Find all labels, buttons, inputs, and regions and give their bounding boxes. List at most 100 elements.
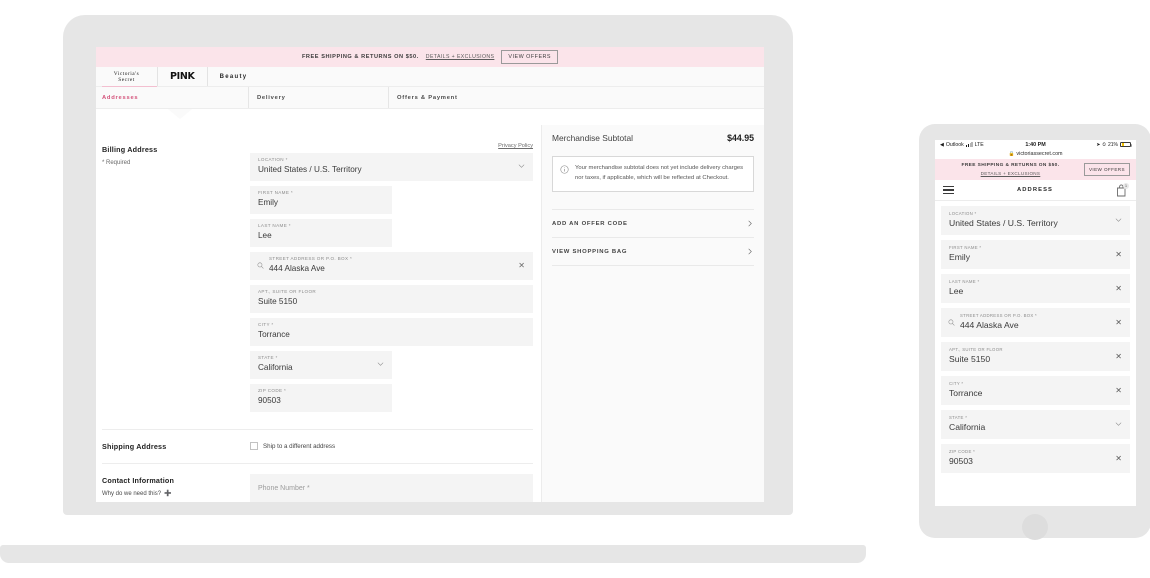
chevron-down-icon — [518, 164, 525, 168]
phone-state-value: California — [949, 422, 986, 433]
promo-details-link[interactable]: Details + Exclusions — [426, 54, 495, 60]
phone-state-field[interactable]: State * California — [941, 410, 1130, 439]
phone-street-address-label: Street Address or P.O. Box * — [960, 313, 1038, 318]
phone-zip-code-field[interactable]: Zip Code * 90503 ✕ — [941, 444, 1130, 473]
first-name-field[interactable]: First Name * Emily — [250, 186, 392, 214]
phone-number-field[interactable]: Phone Number * — [250, 474, 533, 502]
clear-street-address-icon[interactable]: ✕ — [518, 262, 525, 270]
add-offer-code-row[interactable]: Add an Offer Code — [552, 210, 754, 237]
vs-logo-line2: Secret — [118, 76, 135, 83]
clear-street-address-icon[interactable]: ✕ — [1115, 319, 1122, 327]
contact-information-section: Contact Information Why do we need this?… — [102, 464, 541, 502]
phone-city-field[interactable]: City * Torrance ✕ — [941, 376, 1130, 405]
bag-count-badge: 1 — [1122, 182, 1129, 189]
zip-code-value: 90503 — [258, 396, 281, 406]
carrier-label: Outlook — [945, 141, 964, 148]
hamburger-menu-icon[interactable] — [943, 186, 954, 194]
billing-address-labels: Billing Address * Required — [102, 143, 250, 417]
city-field[interactable]: City * Torrance — [250, 318, 533, 346]
phone-last-name-field[interactable]: Last Name * Lee ✕ — [941, 274, 1130, 303]
step-delivery[interactable]: Delivery — [248, 87, 388, 108]
phone-promo-text: Free shipping & returns on $50. — [961, 163, 1060, 169]
active-step-notch-icon — [168, 109, 192, 119]
phone-home-button[interactable] — [1022, 514, 1048, 540]
billing-address-fields: Privacy Policy Location * United States … — [250, 143, 541, 417]
clock-label: 1:40 PM — [1025, 141, 1046, 148]
ship-different-address-checkbox[interactable] — [250, 442, 258, 450]
last-name-label: Last Name * — [258, 223, 291, 228]
divider — [552, 265, 754, 267]
privacy-policy-link[interactable]: Privacy Policy — [250, 143, 533, 149]
why-need-this-toggle[interactable]: Why do we need this? ➕ — [102, 490, 250, 497]
battery-percent-label: 21% — [1107, 141, 1118, 148]
street-address-field[interactable]: Street Address or P.O. Box * 444 Alaska … — [250, 252, 533, 280]
phone-promo-details-link[interactable]: Details + Exclusions — [941, 171, 1080, 176]
shipping-address-section: Shipping Address Ship to a different add… — [102, 430, 541, 451]
step-offers-payment[interactable]: Offers & Payment — [388, 87, 538, 108]
apt-suite-label: Apt., Suite or Floor — [258, 289, 317, 294]
phone-view-offers-button[interactable]: View Offers — [1083, 163, 1130, 176]
street-address-value: 444 Alaska Ave — [269, 264, 325, 274]
brand-tab-beauty[interactable]: Beauty — [208, 67, 260, 86]
desktop-promo-bar: Free shipping & returns on $50. Details … — [96, 47, 764, 67]
view-offers-button[interactable]: View Offers — [501, 50, 559, 64]
location-label: Location * — [258, 157, 288, 162]
phone-url-bar[interactable]: 🔒 victoriassecret.com — [935, 149, 1136, 159]
network-label: LTE — [974, 141, 984, 148]
chevron-right-icon — [748, 221, 752, 227]
subtotal-info-note: Your merchandise subtotal does not yet i… — [552, 156, 754, 193]
clear-apt-suite-icon[interactable]: ✕ — [1115, 353, 1122, 361]
clear-first-name-icon[interactable]: ✕ — [1115, 251, 1122, 259]
state-field[interactable]: State * California — [250, 351, 392, 379]
status-bar-right: ➤ ⏲ 21% — [1048, 141, 1132, 148]
clear-city-icon[interactable]: ✕ — [1115, 387, 1122, 395]
brand-tab-pink[interactable]: PINK — [158, 67, 208, 86]
view-shopping-bag-label: View Shopping Bag — [552, 248, 628, 255]
active-step-indicator-row — [96, 109, 764, 125]
billing-address-title: Billing Address — [102, 145, 158, 154]
screenshot-stage: Free shipping & returns on $50. Details … — [0, 0, 1150, 578]
phone-location-field[interactable]: Location * United States / U.S. Territor… — [941, 206, 1130, 235]
city-label: City * — [258, 322, 274, 327]
status-bar-left: ◀ Outlook LTE — [940, 142, 1023, 148]
view-shopping-bag-row[interactable]: View Shopping Bag — [552, 238, 754, 265]
pink-logo: PINK — [170, 71, 195, 82]
step-offers-payment-label: Offers & Payment — [397, 94, 458, 101]
state-value: California — [258, 363, 293, 373]
shopping-bag-icon[interactable]: 1 — [1116, 182, 1129, 197]
laptop-screen: Free shipping & returns on $50. Details … — [96, 47, 764, 502]
location-field[interactable]: Location * United States / U.S. Territor… — [250, 153, 533, 181]
step-delivery-label: Delivery — [257, 94, 286, 101]
phone-first-name-label: First Name * — [949, 245, 982, 250]
order-summary-panel: Merchandise Subtotal $44.95 Your merchan… — [541, 125, 764, 502]
apt-suite-field[interactable]: Apt., Suite or Floor Suite 5150 — [250, 285, 533, 313]
phone-first-name-field[interactable]: First Name * Emily ✕ — [941, 240, 1130, 269]
city-value: Torrance — [258, 330, 290, 340]
alarm-icon: ⏲ — [1102, 142, 1106, 147]
clear-last-name-icon[interactable]: ✕ — [1115, 285, 1122, 293]
chevron-down-icon — [1115, 422, 1122, 426]
phone-last-name-label: Last Name * — [949, 279, 980, 284]
phone-promo-bar: Free shipping & returns on $50. Details … — [935, 159, 1136, 180]
merchandise-subtotal-amount: $44.95 — [727, 133, 754, 143]
street-address-label: Street Address or P.O. Box * — [269, 256, 353, 261]
battery-icon — [1120, 141, 1132, 148]
step-addresses[interactable]: Addresses — [96, 87, 248, 108]
phone-apt-suite-field[interactable]: Apt., Suite or Floor Suite 5150 ✕ — [941, 342, 1130, 371]
clear-zip-code-icon[interactable]: ✕ — [1115, 455, 1122, 463]
phone-street-address-value: 444 Alaska Ave — [960, 320, 1019, 331]
checkout-form-column: Billing Address * Required Privacy Polic… — [96, 125, 541, 502]
phone-apt-suite-value: Suite 5150 — [949, 354, 991, 365]
ship-different-address-row[interactable]: Ship to a different address — [250, 440, 533, 450]
chevron-down-icon — [1115, 218, 1122, 222]
last-name-field[interactable]: Last Name * Lee — [250, 219, 392, 247]
url-label: victoriassecret.com — [1016, 151, 1063, 157]
zip-code-field[interactable]: Zip Code * 90503 — [250, 384, 392, 412]
chevron-down-icon — [377, 362, 384, 366]
brand-tab-victorias-secret[interactable]: Victoria's Secret — [96, 67, 158, 87]
apt-suite-value: Suite 5150 — [258, 297, 298, 307]
phone-promo-text-wrap: Free shipping & returns on $50. Details … — [941, 163, 1080, 176]
phone-street-address-field[interactable]: Street Address or P.O. Box * 444 Alaska … — [941, 308, 1130, 337]
billing-address-section: Billing Address * Required Privacy Polic… — [102, 133, 541, 417]
chevron-right-icon — [748, 249, 752, 255]
